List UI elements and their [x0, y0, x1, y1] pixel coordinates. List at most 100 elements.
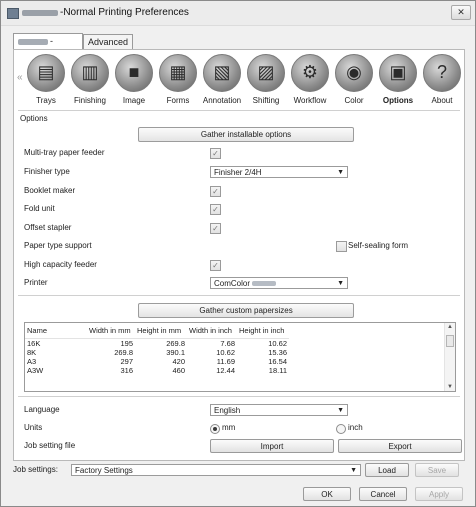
nav-item-finishing[interactable]: ▥ Finishing [68, 54, 112, 112]
column-header[interactable]: Width in inch [187, 323, 237, 339]
gather-custom-papersizes-button[interactable]: Gather custom papersizes [138, 303, 354, 318]
booklet-maker-checkbox[interactable]: ✓ [210, 186, 221, 197]
nav-item-trays[interactable]: ▤ Trays [24, 54, 68, 112]
nav-item-label: Image [122, 96, 146, 105]
options-icon-glyph: ▣ [389, 62, 407, 82]
multi-tray-checkbox[interactable]: ✓ [210, 148, 221, 159]
table-cell: A3 [27, 357, 37, 366]
table-cell: 269.8 [166, 339, 185, 348]
booklet-maker-label: Booklet maker [24, 186, 76, 195]
nav-item-forms[interactable]: ▦ Forms [156, 54, 200, 112]
printing-preferences-window: -Normal Printing Preferences ✕ -Normal A… [0, 0, 476, 507]
section-title: Options [20, 114, 48, 123]
table-cell: 460 [172, 366, 185, 375]
units-inch-label: inch [348, 423, 363, 432]
table-cell: 390.1 [166, 348, 185, 357]
redacted-printer-name [22, 10, 58, 16]
table-row[interactable]: A3W 316 460 12.44 18.11 [25, 366, 289, 375]
table-cell: 8K [27, 348, 37, 357]
shifting-icon-glyph: ▨ [257, 62, 275, 82]
table-cell: 269.8 [114, 348, 133, 357]
tab-normal[interactable]: -Normal [13, 33, 83, 61]
table-cell: 297 [120, 357, 133, 366]
about-icon-glyph: ? [436, 62, 447, 82]
forms-icon-glyph: ▦ [169, 62, 187, 82]
table-cell: 316 [120, 366, 133, 375]
units-inch-radio[interactable] [336, 424, 346, 434]
save-button[interactable]: Save [415, 463, 459, 477]
nav-item-annotation[interactable]: ▧ Annotation [200, 54, 244, 112]
offset-stapler-checkbox[interactable]: ✓ [210, 223, 221, 234]
table-row[interactable]: 8K 269.8 390.1 10.62 15.36 [25, 348, 289, 357]
table-cell: 16K [27, 339, 41, 348]
vertical-scrollbar[interactable]: ▲ ▼ [444, 323, 455, 391]
finisher-type-label: Finisher type [24, 167, 70, 176]
image-icon: ■ [115, 54, 153, 92]
finishing-icon-glyph: ▥ [81, 62, 99, 82]
printer-app-icon [7, 8, 19, 19]
annotation-icon: ▧ [203, 54, 241, 92]
import-button[interactable]: Import [210, 439, 334, 453]
table-row[interactable]: 16K 195 269.8 7.68 10.62 [25, 339, 289, 349]
nav-item-label: Options [382, 96, 414, 105]
printer-select[interactable]: ComColor ▼ [210, 277, 348, 289]
nav-item-workflow[interactable]: ⚙ Workflow [288, 54, 332, 112]
color-icon: ◉ [335, 54, 373, 92]
title-bar: -Normal Printing Preferences ✕ [1, 1, 475, 26]
divider [18, 396, 460, 397]
custom-papersize-list[interactable]: Name Width in mm Height in mm Width in inch… [24, 322, 456, 392]
nav-item-label: Annotation [202, 96, 242, 105]
divider [18, 110, 460, 111]
high-capacity-feeder-checkbox[interactable]: ✓ [210, 260, 221, 271]
chevron-down-icon: ▼ [337, 169, 344, 176]
table-cell: 10.62 [268, 339, 287, 348]
nav-item-shifting[interactable]: ▨ Shifting [244, 54, 288, 112]
offset-stapler-label: Offset stapler [24, 223, 72, 232]
cancel-button[interactable]: Cancel [359, 487, 407, 501]
table-header-row: Name Width in mm Height in mm Width in inch… [25, 323, 289, 339]
self-sealing-form-checkbox[interactable] [336, 241, 347, 252]
shifting-icon: ▨ [247, 54, 285, 92]
language-select[interactable]: English ▼ [210, 404, 348, 416]
ok-button[interactable]: OK [303, 487, 351, 501]
fold-unit-label: Fold unit [24, 204, 55, 213]
column-header[interactable]: Width in mm [87, 323, 135, 339]
table-cell: 16.54 [268, 357, 287, 366]
scroll-left-icon[interactable]: « [17, 72, 23, 83]
load-button[interactable]: Load [365, 463, 409, 477]
papersize-table: Name Width in mm Height in mm Width in inch… [25, 323, 289, 375]
redacted-printer-model [252, 281, 277, 287]
scroll-up-icon[interactable]: ▲ [445, 324, 455, 330]
workflow-icon: ⚙ [291, 54, 329, 92]
about-icon: ? [423, 54, 461, 92]
table-row[interactable]: A3 297 420 11.69 16.54 [25, 357, 289, 366]
nav-item-about[interactable]: ? About [420, 54, 464, 112]
language-label: Language [24, 405, 60, 414]
nav-item-options[interactable]: ▣ Options [376, 54, 420, 112]
units-mm-radio[interactable] [210, 424, 220, 434]
column-header[interactable]: Height in mm [135, 323, 187, 339]
scroll-down-icon[interactable]: ▼ [445, 384, 455, 390]
gather-installable-options-button[interactable]: Gather installable options [138, 127, 354, 142]
export-button[interactable]: Export [338, 439, 462, 453]
apply-button[interactable]: Apply [415, 487, 463, 501]
nav-item-color[interactable]: ◉ Color [332, 54, 376, 112]
column-header[interactable]: Name [25, 323, 87, 339]
column-header[interactable]: Height in inch [237, 323, 289, 339]
nav-item-label: Workflow [293, 96, 327, 105]
divider [18, 295, 460, 296]
fold-unit-checkbox[interactable]: ✓ [210, 204, 221, 215]
nav-item-image[interactable]: ■ Image [112, 54, 156, 112]
nav-item-label: Shifting [252, 96, 280, 105]
multi-tray-label: Multi-tray paper feeder [24, 148, 105, 157]
close-button[interactable]: ✕ [451, 5, 471, 20]
printer-value: ComColor [214, 279, 251, 288]
scrollbar-thumb[interactable] [446, 335, 454, 347]
table-cell: A3W [27, 366, 44, 375]
workflow-icon-glyph: ⚙ [301, 62, 319, 82]
chevron-down-icon: ▼ [337, 280, 344, 287]
tab-advanced[interactable]: Advanced [83, 34, 133, 50]
window-title: -Normal Printing Preferences [60, 7, 189, 18]
job-settings-select[interactable]: Factory Settings ▼ [71, 464, 361, 476]
finisher-type-select[interactable]: Finisher 2/4H ▼ [210, 166, 348, 178]
